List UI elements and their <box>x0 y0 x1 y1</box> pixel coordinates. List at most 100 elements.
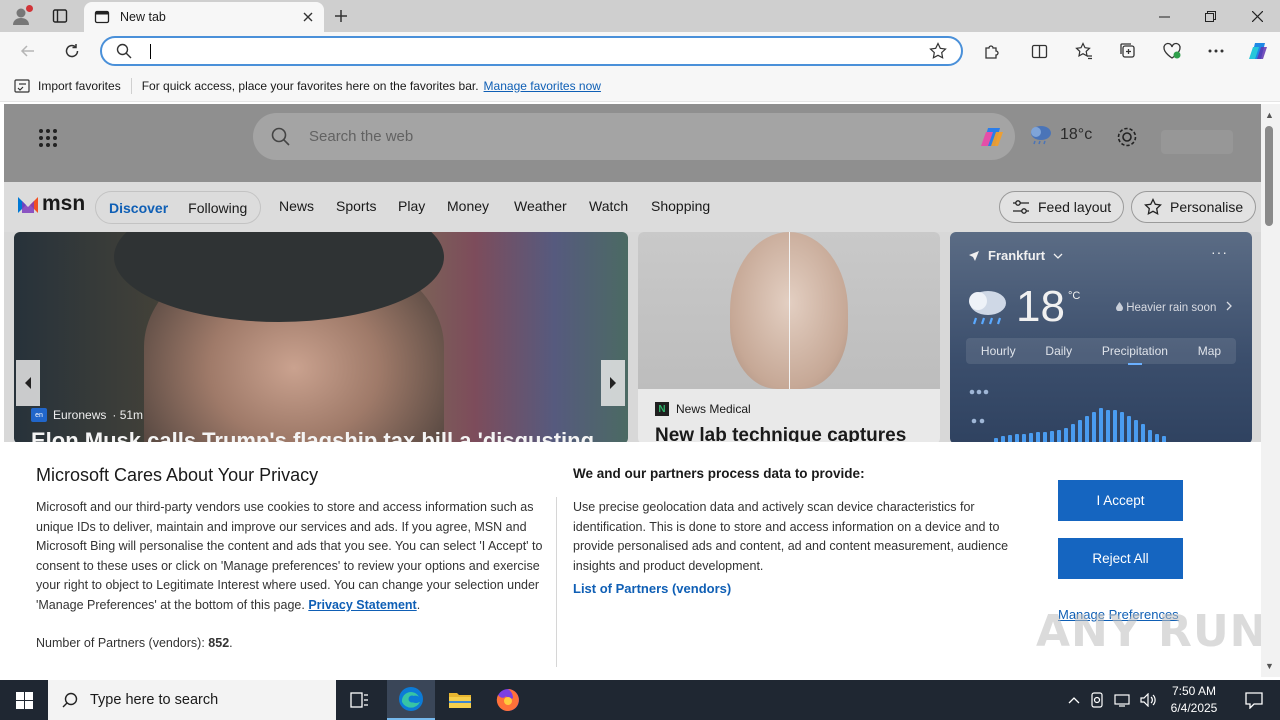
carousel-next-button[interactable] <box>601 360 625 406</box>
weather-tab-map[interactable]: Map <box>1198 344 1221 358</box>
new-tab-page-icon <box>94 10 110 24</box>
data-processing-description: Use precise geolocation data and activel… <box>573 500 1009 573</box>
nav-shopping[interactable]: Shopping <box>651 198 710 214</box>
scrollbar-thumb[interactable] <box>1265 126 1273 226</box>
tab-following[interactable]: Following <box>178 195 257 221</box>
weather-condition[interactable]: Heavier rain soon <box>1116 301 1233 314</box>
taskbar-clock[interactable]: 7:50 AM 6/4/2025 <box>1166 683 1222 717</box>
taskbar-firefox-button[interactable] <box>484 680 532 720</box>
personalise-button[interactable]: Personalise <box>1131 191 1257 223</box>
msn-logo[interactable]: msn <box>16 192 85 216</box>
tab-discover[interactable]: Discover <box>99 195 178 221</box>
feed-layout-button[interactable]: Feed layout <box>999 191 1125 223</box>
nav-news[interactable]: News <box>279 198 314 214</box>
favbar-divider <box>130 77 132 94</box>
collections-button[interactable] <box>1114 37 1142 65</box>
puzzle-icon <box>984 44 999 59</box>
firefox-icon <box>496 689 519 711</box>
task-view-button[interactable] <box>336 680 384 720</box>
chevron-right-icon <box>1226 301 1232 311</box>
news-medical-logo: N <box>655 402 669 416</box>
search-icon <box>116 43 132 59</box>
favorites-hint: For quick access, place your favorites h… <box>141 78 479 93</box>
profile-button[interactable] <box>8 3 34 29</box>
manage-favorites-link[interactable]: Manage favorites now <box>484 79 601 93</box>
header-weather[interactable]: 18°c <box>1028 124 1092 146</box>
network-icon[interactable] <box>1114 693 1130 707</box>
precipitation-bar <box>1134 420 1138 444</box>
new-tab-button[interactable] <box>330 5 352 27</box>
weather-location[interactable]: Frankfurt <box>968 248 1063 263</box>
add-favorite-star-icon[interactable] <box>929 42 947 60</box>
tab-actions-button[interactable] <box>48 5 72 27</box>
reject-all-button[interactable]: Reject All <box>1058 538 1183 579</box>
nav-sports[interactable]: Sports <box>336 198 376 214</box>
copilot-icon <box>1249 43 1267 59</box>
volume-icon[interactable] <box>1140 693 1158 707</box>
precipitation-bar <box>1106 410 1110 444</box>
close-tab-icon[interactable] <box>302 11 314 23</box>
weather-tab-precipitation[interactable]: Precipitation <box>1102 344 1168 365</box>
gear-icon[interactable] <box>1116 126 1138 148</box>
split-screen-button[interactable] <box>1025 37 1053 65</box>
euronews-logo: en <box>31 408 47 422</box>
device-icon[interactable] <box>1090 692 1104 708</box>
hero-news-card[interactable]: en Euronews · 51m Elon Musk calls Trump'… <box>14 232 628 444</box>
scroll-up-arrow-icon[interactable]: ▲ <box>1265 110 1274 120</box>
nav-play[interactable]: Play <box>398 198 425 214</box>
notification-center-button[interactable] <box>1234 680 1274 720</box>
weather-tab-hourly[interactable]: Hourly <box>981 344 1016 358</box>
copilot-button[interactable] <box>1244 37 1272 65</box>
search-icon <box>271 127 290 146</box>
taskbar-search-placeholder: Type here to search <box>90 692 219 708</box>
heartbeat-icon <box>1163 42 1181 59</box>
taskbar-edge-button[interactable] <box>387 680 435 720</box>
minimize-button[interactable] <box>1141 0 1187 32</box>
data-processing-title: We and our partners process data to prov… <box>573 466 865 481</box>
weather-card[interactable]: Frankfurt ··· 18 °C Heavier rain soon Ho… <box>950 232 1252 444</box>
chevron-up-icon[interactable] <box>1068 696 1080 704</box>
privacy-statement-link[interactable]: Privacy Statement <box>308 598 416 612</box>
back-button[interactable] <box>14 37 42 65</box>
news-card[interactable]: N News Medical New lab technique capture… <box>638 232 940 444</box>
collections-icon <box>1120 43 1135 58</box>
sign-in-button[interactable] <box>1161 130 1233 154</box>
tab-new-tab[interactable]: New tab <box>84 2 324 32</box>
close-window-button[interactable] <box>1234 0 1280 32</box>
address-bar[interactable] <box>100 36 963 66</box>
nav-watch[interactable]: Watch <box>589 198 628 214</box>
chevron-right-icon <box>610 377 616 389</box>
personalise-label: Personalise <box>1170 199 1244 215</box>
sliders-icon <box>1013 200 1029 214</box>
rain-cloud-icon <box>969 291 1006 325</box>
tab-actions-icon <box>52 9 68 23</box>
precipitation-bar <box>1127 416 1131 444</box>
taskbar-search-box[interactable]: Type here to search <box>48 680 336 720</box>
web-search-box[interactable]: Search the web <box>253 113 1015 160</box>
restore-button[interactable] <box>1187 0 1233 32</box>
browser-essentials-button[interactable] <box>1158 37 1186 65</box>
extensions-button[interactable] <box>977 37 1005 65</box>
scroll-down-arrow-icon[interactable]: ▼ <box>1265 661 1274 671</box>
favorites-button[interactable] <box>1070 37 1098 65</box>
list-of-partners-link[interactable]: List of Partners (vendors) <box>573 581 731 596</box>
plus-icon <box>335 10 347 22</box>
weather-more-button[interactable]: ··· <box>1211 244 1228 260</box>
page-scrollbar[interactable]: ▲ ▼ <box>1261 104 1280 677</box>
hero-source: en Euronews · 51m <box>31 408 143 422</box>
weather-tab-daily[interactable]: Daily <box>1045 344 1072 358</box>
refresh-button[interactable] <box>58 37 86 65</box>
copilot-icon[interactable] <box>977 122 1007 152</box>
app-launcher-icon[interactable] <box>38 128 58 148</box>
taskbar-file-explorer-button[interactable] <box>436 680 484 720</box>
address-input[interactable] <box>146 43 929 59</box>
nav-money[interactable]: Money <box>447 198 489 214</box>
carousel-prev-button[interactable] <box>16 360 40 406</box>
import-favorites-button[interactable]: Import favorites <box>14 79 121 93</box>
start-button[interactable] <box>0 680 48 720</box>
accept-button[interactable]: I Accept <box>1058 480 1183 521</box>
title-bar: New tab <box>0 0 1280 32</box>
search-icon <box>62 692 78 708</box>
settings-more-button[interactable] <box>1202 37 1230 65</box>
nav-weather[interactable]: Weather <box>514 198 567 214</box>
